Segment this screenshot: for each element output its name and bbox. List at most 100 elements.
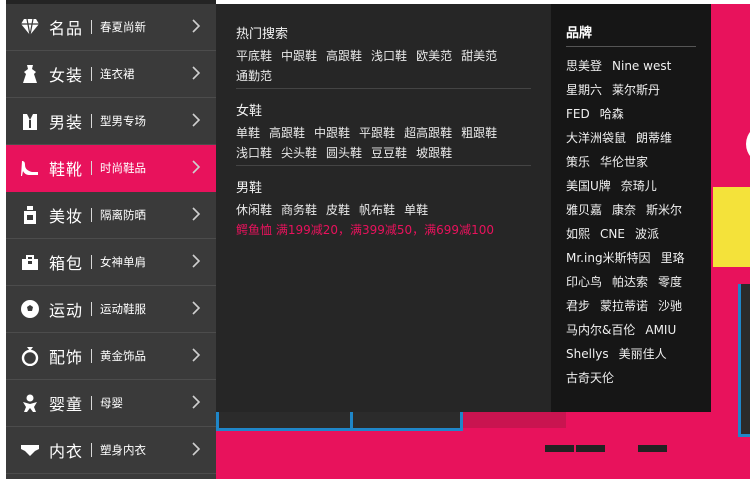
brand-link[interactable]: 美国U牌	[566, 174, 611, 198]
category-item[interactable]: 箱包 女神单肩	[6, 239, 216, 286]
ring-icon	[19, 345, 41, 367]
carousel-dot[interactable]	[576, 445, 605, 452]
category-subtitle[interactable]: 连衣裙	[100, 66, 135, 82]
women-shoe-link[interactable]: 中跟鞋	[314, 123, 350, 143]
women-shoe-link[interactable]: 平跟鞋	[359, 123, 395, 143]
category-subtitle[interactable]: 隔离防晒	[100, 207, 146, 223]
brand-link[interactable]: 沙驰	[658, 294, 682, 318]
brand-link[interactable]: 斯米尔	[646, 198, 682, 222]
brand-link[interactable]: AMIU	[645, 318, 676, 342]
hot-search-link[interactable]: 中跟鞋	[281, 46, 317, 66]
brand-link[interactable]: 朗蒂维	[636, 126, 672, 150]
category-subtitle[interactable]: 运动鞋服	[100, 301, 146, 317]
category-subtitle[interactable]: 春夏尚新	[100, 19, 146, 35]
brand-link[interactable]: 美丽佳人	[619, 342, 667, 366]
category-separator	[91, 255, 93, 269]
hot-search-link[interactable]: 高跟鞋	[326, 46, 362, 66]
brand-link[interactable]: 哈森	[600, 102, 624, 126]
women-shoes-links: 单鞋 高跟鞋 中跟鞋 平跟鞋 超高跟鞋 粗跟鞋浅口鞋 尖头鞋 圆头鞋 豆豆鞋 坡跟鞋	[236, 123, 531, 163]
women-shoe-link[interactable]: 高跟鞋	[269, 123, 305, 143]
brand-link[interactable]: 马内尔&百伦	[566, 318, 635, 342]
banner-product-thumbnail[interactable]	[738, 284, 750, 437]
brand-link[interactable]: 里珞	[661, 246, 685, 270]
soccer-ball-icon	[19, 298, 41, 320]
men-shoe-link[interactable]: 皮鞋	[326, 200, 350, 220]
brand-link[interactable]: 康奈	[612, 198, 636, 222]
carousel-dot[interactable]	[638, 445, 667, 452]
brand-link[interactable]: 零度	[658, 270, 682, 294]
hot-search-link[interactable]: 甜美范	[461, 46, 497, 66]
category-name: 名品	[49, 19, 84, 38]
category-item[interactable]: 配饰 黄金饰品	[6, 333, 216, 380]
brand-link[interactable]: 君步	[566, 294, 590, 318]
brand-row: 印心鸟 帕达索 零度	[566, 270, 706, 294]
category-item[interactable]: 鞋靴 时尚鞋品	[6, 145, 216, 192]
category-item[interactable]: 运动 运动鞋服	[6, 286, 216, 333]
category-subtitle[interactable]: 女神单肩	[100, 254, 146, 270]
men-shoe-link[interactable]: 商务鞋	[281, 200, 317, 220]
hot-search-link[interactable]: 欧美范	[416, 46, 452, 66]
category-item[interactable]: 美妆 隔离防晒	[6, 192, 216, 239]
brand-link[interactable]: 如熙	[566, 222, 590, 246]
category-name: 美妆	[49, 207, 84, 226]
brand-link[interactable]: Shellys	[566, 342, 609, 366]
women-shoe-link[interactable]: 豆豆鞋	[371, 143, 407, 163]
category-item[interactable]: 内衣 塑身内衣	[6, 427, 216, 474]
brand-link[interactable]: 莱尔斯丹	[612, 78, 660, 102]
brand-row: FED 哈森	[566, 102, 706, 126]
women-shoe-link[interactable]: 尖头鞋	[281, 143, 317, 163]
women-shoe-link[interactable]: 单鞋	[236, 123, 260, 143]
category-name: 女装	[49, 66, 84, 85]
brand-link[interactable]: Mr.ing米斯特因	[566, 246, 651, 270]
women-shoe-link[interactable]: 超高跟鞋	[404, 123, 452, 143]
category-subtitle[interactable]: 型男专场	[100, 113, 146, 129]
divider	[236, 165, 531, 166]
divider	[566, 46, 696, 47]
promo-link[interactable]: 鳄鱼恤 满199减20，满399减50，满699减100	[236, 220, 531, 240]
category-subtitle[interactable]: 时尚鞋品	[100, 160, 146, 176]
category-subtitle[interactable]: 黄金饰品	[100, 348, 146, 364]
brand-link[interactable]: CNE	[600, 222, 625, 246]
chevron-right-icon	[188, 18, 204, 34]
brand-link[interactable]: 波派	[635, 222, 659, 246]
hot-search-link[interactable]: 浅口鞋	[371, 46, 407, 66]
carousel-indicators	[545, 445, 667, 452]
men-shoe-link[interactable]: 单鞋	[404, 200, 428, 220]
brand-link[interactable]: Nine west	[612, 54, 671, 78]
hot-search-link[interactable]: 通勤范	[236, 66, 272, 86]
women-shoe-link[interactable]: 浅口鞋	[236, 143, 272, 163]
category-item[interactable]: 名品 春夏尚新	[6, 4, 216, 51]
women-shoe-link[interactable]: 圆头鞋	[326, 143, 362, 163]
brand-link[interactable]: FED	[566, 102, 590, 126]
category-item[interactable]: 婴童 母婴	[6, 380, 216, 427]
category-item[interactable]: 男装 型男专场	[6, 98, 216, 145]
brand-link[interactable]: 古奇天伦	[566, 366, 614, 390]
brand-link[interactable]: 蒙拉蒂诺	[600, 294, 648, 318]
brand-list: 思美登 Nine west 星期六 莱尔斯丹 FED 哈森 大洋洲袋鼠 朗蒂维 策乐 华伦世家 美国…	[566, 54, 706, 390]
brand-link[interactable]: 奈琦儿	[621, 174, 657, 198]
brand-link[interactable]: 思美登	[566, 54, 602, 78]
category-separator	[91, 349, 93, 363]
carousel-dot[interactable]	[607, 445, 636, 452]
brand-link[interactable]: 星期六	[566, 78, 602, 102]
chevron-right-icon	[188, 65, 204, 81]
brand-row: 马内尔&百伦 AMIU	[566, 318, 706, 342]
men-shoe-link[interactable]: 帆布鞋	[359, 200, 395, 220]
chevron-right-icon	[188, 159, 204, 175]
category-subtitle[interactable]: 塑身内衣	[100, 442, 146, 458]
hot-search-link[interactable]: 平底鞋	[236, 46, 272, 66]
brand-link[interactable]: 帕达索	[612, 270, 648, 294]
brand-link[interactable]: 华伦世家	[600, 150, 648, 174]
chevron-right-icon	[188, 441, 204, 457]
brand-link[interactable]: 印心鸟	[566, 270, 602, 294]
category-subtitle[interactable]: 母婴	[100, 395, 123, 411]
carousel-dot[interactable]	[545, 445, 574, 452]
men-shoe-link[interactable]: 休闲鞋	[236, 200, 272, 220]
brand-row: 策乐 华伦世家	[566, 150, 706, 174]
brand-link[interactable]: 大洋洲袋鼠	[566, 126, 626, 150]
women-shoe-link[interactable]: 粗跟鞋	[461, 123, 497, 143]
women-shoe-link[interactable]: 坡跟鞋	[416, 143, 452, 163]
brand-link[interactable]: 雅贝嘉	[566, 198, 602, 222]
category-item[interactable]: 女装 连衣裙	[6, 51, 216, 98]
brand-link[interactable]: 策乐	[566, 150, 590, 174]
